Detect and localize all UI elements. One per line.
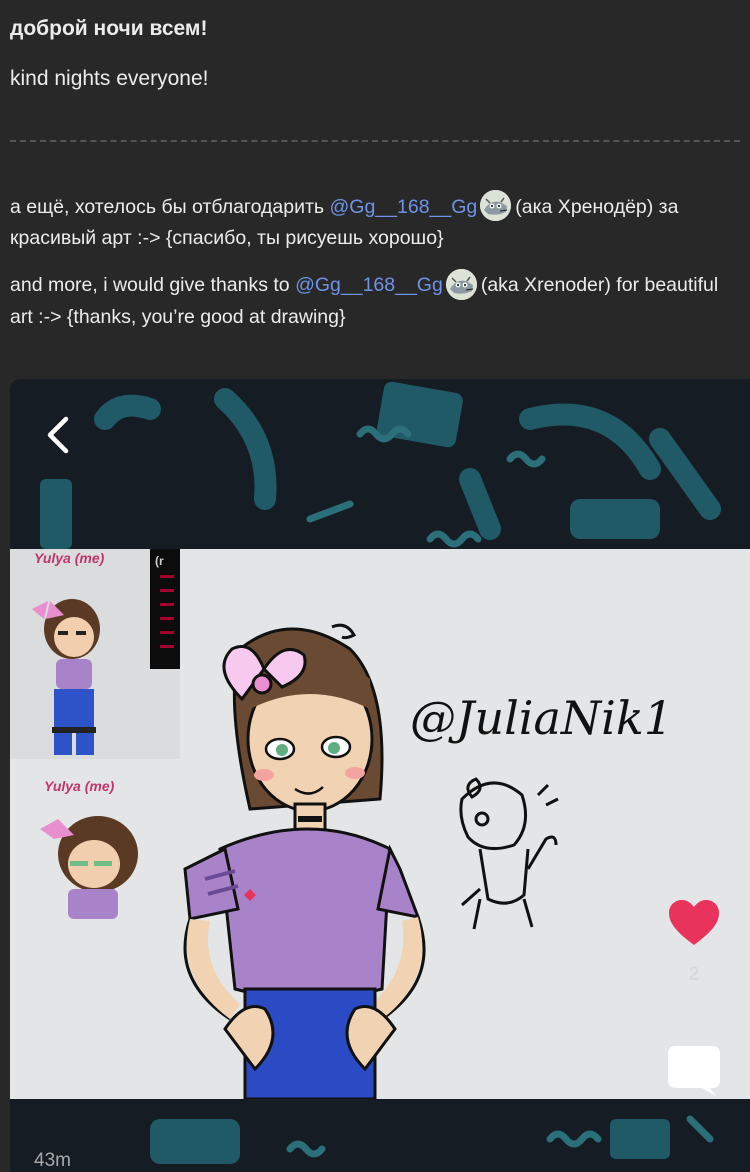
comment-button[interactable] [666, 1044, 722, 1096]
back-button[interactable] [38, 411, 78, 459]
post-body: доброй ночи всем! kind nights everyone! … [0, 14, 750, 333]
art-signature: @JuliaNik1 [410, 691, 673, 745]
mention-avatar[interactable] [445, 268, 477, 300]
thanks-ru-before: а ещё, хотелось бы отблагодарить [10, 196, 330, 218]
mention-avatar[interactable] [480, 190, 512, 222]
chevron-left-icon [47, 416, 69, 454]
speech-bubble-icon [668, 1046, 720, 1096]
greeting-ru: доброй ночи всем! [10, 17, 208, 40]
thanks-en-before: and more, i would give thanks to [10, 274, 296, 297]
art-label-top: Yulya (me) [34, 550, 105, 566]
like-count: 2 [688, 964, 700, 985]
user-mention-en[interactable]: @Gg__168__Gg [295, 274, 443, 296]
greeting-en: kind nights everyone! [10, 67, 209, 90]
user-mention-ru[interactable]: @Gg__168__Gg [330, 196, 478, 218]
thanks-en-paragraph: and more, i would give thanks to @Gg__16… [10, 268, 740, 332]
art-label-bottom: Yulya (me) [44, 778, 115, 794]
heart-icon [669, 900, 719, 945]
image-viewer[interactable]: (r Yulya (me) Yulya (me) @JuliaNik1 2 43… [10, 379, 750, 1172]
thanks-ru-paragraph: а ещё, хотелось бы отблагодарить @Gg__16… [10, 190, 740, 254]
artwork-image: (r Yulya (me) Yulya (me) @JuliaNik1 [10, 549, 750, 1099]
like-button[interactable] [666, 897, 722, 949]
dashed-divider [10, 140, 740, 142]
art-label-ro: (r [155, 554, 164, 568]
post-timestamp: 43m [34, 1150, 71, 1171]
